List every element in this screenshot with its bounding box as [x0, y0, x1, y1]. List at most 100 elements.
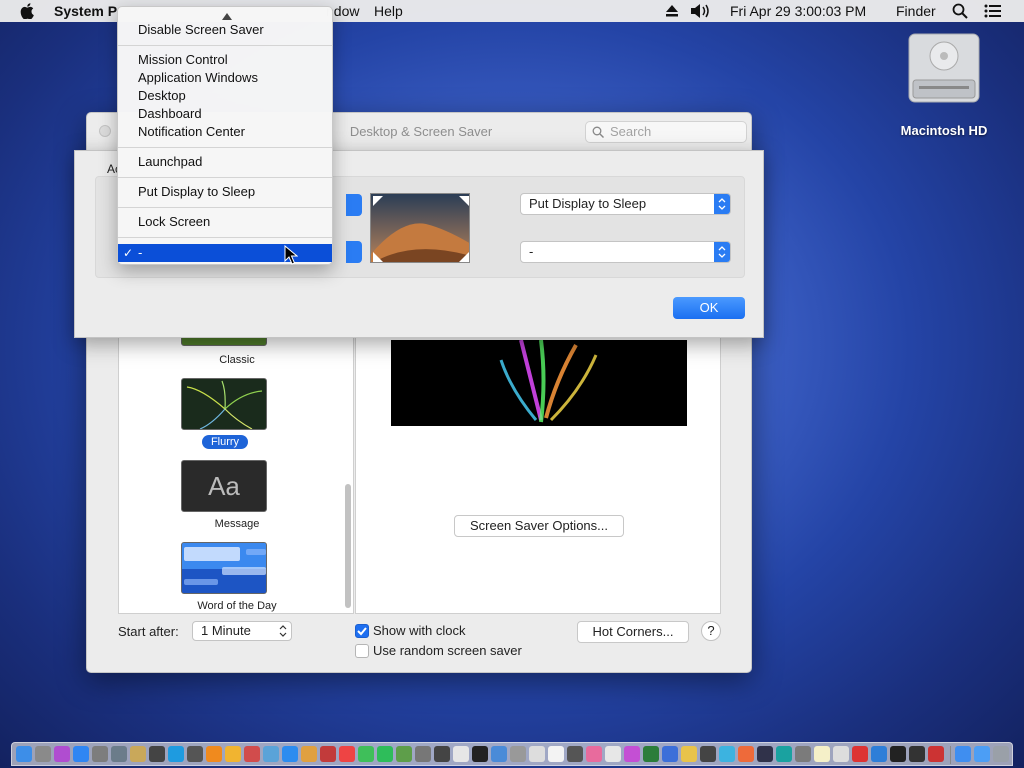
- document-dock-icon[interactable]: [833, 746, 849, 762]
- random-screen-saver-label[interactable]: Use random screen saver: [373, 643, 522, 658]
- screenshot-dock-icon[interactable]: [700, 746, 716, 762]
- menu-item-dash-selected[interactable]: ✓ -: [118, 244, 332, 262]
- menu-separator: [118, 207, 332, 208]
- start-after-select[interactable]: 1 Minute: [192, 621, 292, 641]
- bottom-left-corner-select-stepper[interactable]: [346, 241, 362, 263]
- calendar-dock-icon[interactable]: [339, 746, 355, 762]
- messages-dock-icon[interactable]: [358, 746, 374, 762]
- video-dock-icon[interactable]: [909, 746, 925, 762]
- menu-item-notification-center[interactable]: Notification Center: [138, 123, 245, 141]
- help-menu[interactable]: Help: [374, 3, 403, 19]
- script-editor-dock-icon[interactable]: [130, 746, 146, 762]
- photo-dock-icon[interactable]: [738, 746, 754, 762]
- hard-drive-icon[interactable]: [905, 30, 983, 110]
- flurry-thumbnail[interactable]: [181, 378, 267, 430]
- preview-dock-icon[interactable]: [168, 746, 184, 762]
- books-dock-icon[interactable]: [206, 746, 222, 762]
- siri-dock-icon[interactable]: [54, 746, 70, 762]
- show-with-clock-label[interactable]: Show with clock: [373, 623, 465, 638]
- app-store-dock-icon[interactable]: [73, 746, 89, 762]
- photos-dock-icon[interactable]: [453, 746, 469, 762]
- contacts-dock-icon[interactable]: [605, 746, 621, 762]
- record-dock-icon[interactable]: [928, 746, 944, 762]
- home-dock-icon[interactable]: [225, 746, 241, 762]
- automator-dock-icon[interactable]: [795, 746, 811, 762]
- mail-dock-icon[interactable]: [491, 746, 507, 762]
- launchpad-dock-icon[interactable]: [35, 746, 51, 762]
- activity-monitor-dock-icon[interactable]: [567, 746, 583, 762]
- stickies-dock-icon[interactable]: [681, 746, 697, 762]
- menu-item-put-display-to-sleep[interactable]: Put Display to Sleep: [138, 183, 255, 201]
- screen-saver-list[interactable]: Classic Flurry Aa Message Word of the Da…: [118, 333, 354, 614]
- menu-item-lock-screen[interactable]: Lock Screen: [138, 213, 210, 231]
- spotlight-search-icon[interactable]: [952, 3, 968, 19]
- console-dock-icon[interactable]: [890, 746, 906, 762]
- finder-search-dock-icon[interactable]: [871, 746, 887, 762]
- safari-dock-icon[interactable]: [282, 746, 298, 762]
- menu-item-desktop[interactable]: Desktop: [138, 87, 186, 105]
- notepad-dock-icon[interactable]: [814, 746, 830, 762]
- app-menu[interactable]: System P: [54, 3, 117, 19]
- menu-clock[interactable]: Fri Apr 29 3:00:03 PM: [730, 3, 866, 19]
- finder-menu[interactable]: Finder: [896, 3, 936, 19]
- tools-dock-icon[interactable]: [149, 746, 165, 762]
- notification-center-icon[interactable]: [984, 4, 1002, 18]
- word-of-the-day-thumbnail[interactable]: [181, 542, 267, 594]
- game-center-dock-icon[interactable]: [757, 746, 773, 762]
- menu-item-disable-screen-saver[interactable]: Disable Screen Saver: [138, 21, 264, 39]
- checkmark-icon: [357, 627, 367, 636]
- hot-corners-button[interactable]: Hot Corners...: [577, 621, 689, 643]
- volume-icon[interactable]: [690, 3, 712, 19]
- time-machine-dock-icon[interactable]: [263, 746, 279, 762]
- menu-item-dashboard[interactable]: Dashboard: [138, 105, 202, 123]
- facetime-dock-icon[interactable]: [377, 746, 393, 762]
- menu-scroll-up-icon[interactable]: [222, 12, 232, 20]
- finder-dock-icon[interactable]: [16, 746, 32, 762]
- keynote-dock-icon[interactable]: [662, 746, 678, 762]
- textedit-dock-icon[interactable]: [529, 746, 545, 762]
- itunes-dock-icon[interactable]: [624, 746, 640, 762]
- numbers-dock-icon[interactable]: [643, 746, 659, 762]
- classic-label: Classic: [219, 354, 255, 366]
- quicktime-dock-icon[interactable]: [719, 746, 735, 762]
- chevron-up-down-icon: [279, 625, 287, 637]
- show-with-clock-checkbox[interactable]: [355, 624, 369, 638]
- chess-dock-icon[interactable]: [244, 746, 260, 762]
- help-button[interactable]: ?: [701, 621, 721, 641]
- ok-button[interactable]: OK: [673, 297, 745, 319]
- terminal-dock-icon[interactable]: [472, 746, 488, 762]
- bottom-right-corner-select[interactable]: -: [520, 241, 731, 263]
- hard-drive-label: Macintosh HD: [900, 123, 988, 138]
- menu-item-mission-control[interactable]: Mission Control: [138, 51, 228, 69]
- music-dock-icon[interactable]: [586, 746, 602, 762]
- chevron-up-down-icon: [718, 246, 726, 258]
- podcast-dock-icon[interactable]: [776, 746, 792, 762]
- menu-item-launchpad[interactable]: Launchpad: [138, 153, 202, 171]
- random-screen-saver-checkbox[interactable]: [355, 644, 369, 658]
- search-input[interactable]: Search: [585, 121, 747, 143]
- screen-saver-options-button[interactable]: Screen Saver Options...: [454, 515, 624, 537]
- notes-dock-icon[interactable]: [301, 746, 317, 762]
- maps-dock-icon[interactable]: [396, 746, 412, 762]
- applications-folder-dock-icon[interactable]: [955, 746, 971, 762]
- trash-dock-icon[interactable]: [993, 746, 1009, 762]
- utility-dock-icon[interactable]: [111, 746, 127, 762]
- top-left-corner-select-stepper[interactable]: [346, 194, 362, 216]
- system-preferences-dock-icon[interactable]: [92, 746, 108, 762]
- blocked-app-dock-icon[interactable]: [852, 746, 868, 762]
- list-scrollbar[interactable]: [345, 484, 351, 608]
- scanner-dock-icon[interactable]: [187, 746, 203, 762]
- grapher-dock-icon[interactable]: [415, 746, 431, 762]
- message-thumbnail[interactable]: Aa: [181, 460, 267, 512]
- photo-booth-dock-icon[interactable]: [434, 746, 450, 762]
- disk-utility-dock-icon[interactable]: [510, 746, 526, 762]
- news-dock-icon[interactable]: [320, 746, 336, 762]
- top-right-corner-select[interactable]: Put Display to Sleep: [520, 193, 731, 215]
- downloads-folder-dock-icon[interactable]: [974, 746, 990, 762]
- top-right-corner-value: Put Display to Sleep: [529, 196, 647, 211]
- apple-icon[interactable]: [20, 3, 34, 19]
- menu-item-application-windows[interactable]: Application Windows: [138, 69, 258, 87]
- close-window-button[interactable]: [99, 125, 111, 137]
- eject-icon[interactable]: [665, 4, 679, 18]
- reminders-dock-icon[interactable]: [548, 746, 564, 762]
